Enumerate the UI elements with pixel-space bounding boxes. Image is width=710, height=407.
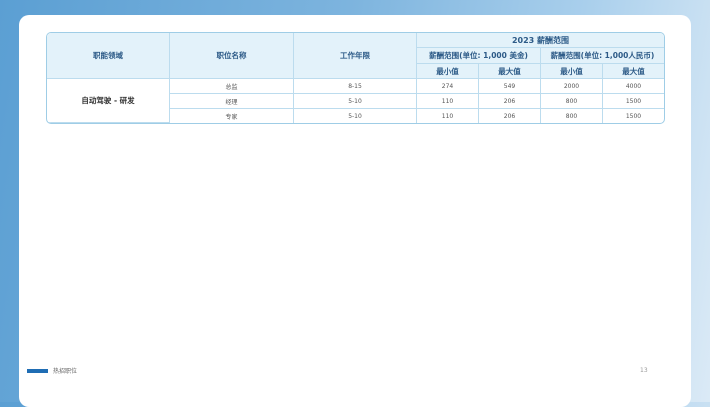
years-cell: 5-10 <box>294 94 417 109</box>
header-usd-max: 最大值 <box>479 64 541 79</box>
salary-table: 职能领域 职位名称 工作年限 2023 薪酬范围 薪酬范围(单位: 1,000 … <box>46 32 665 124</box>
position-cell: 经理 <box>170 94 294 109</box>
years-cell: 5-10 <box>294 109 417 123</box>
header-years: 工作年限 <box>294 33 417 79</box>
content-card: 职能领域 职位名称 工作年限 2023 薪酬范围 薪酬范围(单位: 1,000 … <box>19 15 691 407</box>
position-cell: 总监 <box>170 79 294 94</box>
rmb-min-cell: 800 <box>541 94 603 109</box>
header-rmb-max: 最大值 <box>603 64 664 79</box>
header-rmb-min: 最小值 <box>541 64 603 79</box>
rmb-max-cell: 4000 <box>603 79 664 94</box>
table-row: 自动驾驶 - 研发 总监 8-15 274 549 2000 4000 <box>47 79 664 123</box>
usd-min-cell: 274 <box>417 79 479 94</box>
area-cell: 自动驾驶 - 研发 <box>47 79 170 123</box>
header-rmb-range: 薪酬范围(单位: 1,000人民币) <box>541 48 664 64</box>
rmb-max-cell: 1500 <box>625 112 642 120</box>
header-usd-range: 薪酬范围(单位: 1,000 美金) <box>417 48 541 64</box>
usd-max-cell: 206 <box>479 109 541 123</box>
rmb-min-cell: 800 <box>541 109 603 123</box>
years-cell: 8-15 <box>294 79 417 94</box>
header-usd-min: 最小值 <box>417 64 479 79</box>
header-area: 职能领域 <box>47 33 170 79</box>
rmb-min-cell: 2000 <box>541 79 603 94</box>
usd-max-cell: 549 <box>479 79 541 94</box>
footer-section-label: 热招职位 <box>53 368 78 375</box>
usd-min-cell: 110 <box>417 94 479 109</box>
header-position: 职位名称 <box>170 33 294 79</box>
rmb-max-cell: 1500 <box>603 94 664 109</box>
usd-min-cell: 110 <box>417 109 479 123</box>
footer-accent-bar <box>27 369 48 373</box>
page-number: 13 <box>640 367 648 374</box>
header-salary-range-2023: 2023 薪酬范围 <box>417 33 664 48</box>
position-cell: 专家 <box>170 109 294 123</box>
usd-max-cell: 206 <box>479 94 541 109</box>
